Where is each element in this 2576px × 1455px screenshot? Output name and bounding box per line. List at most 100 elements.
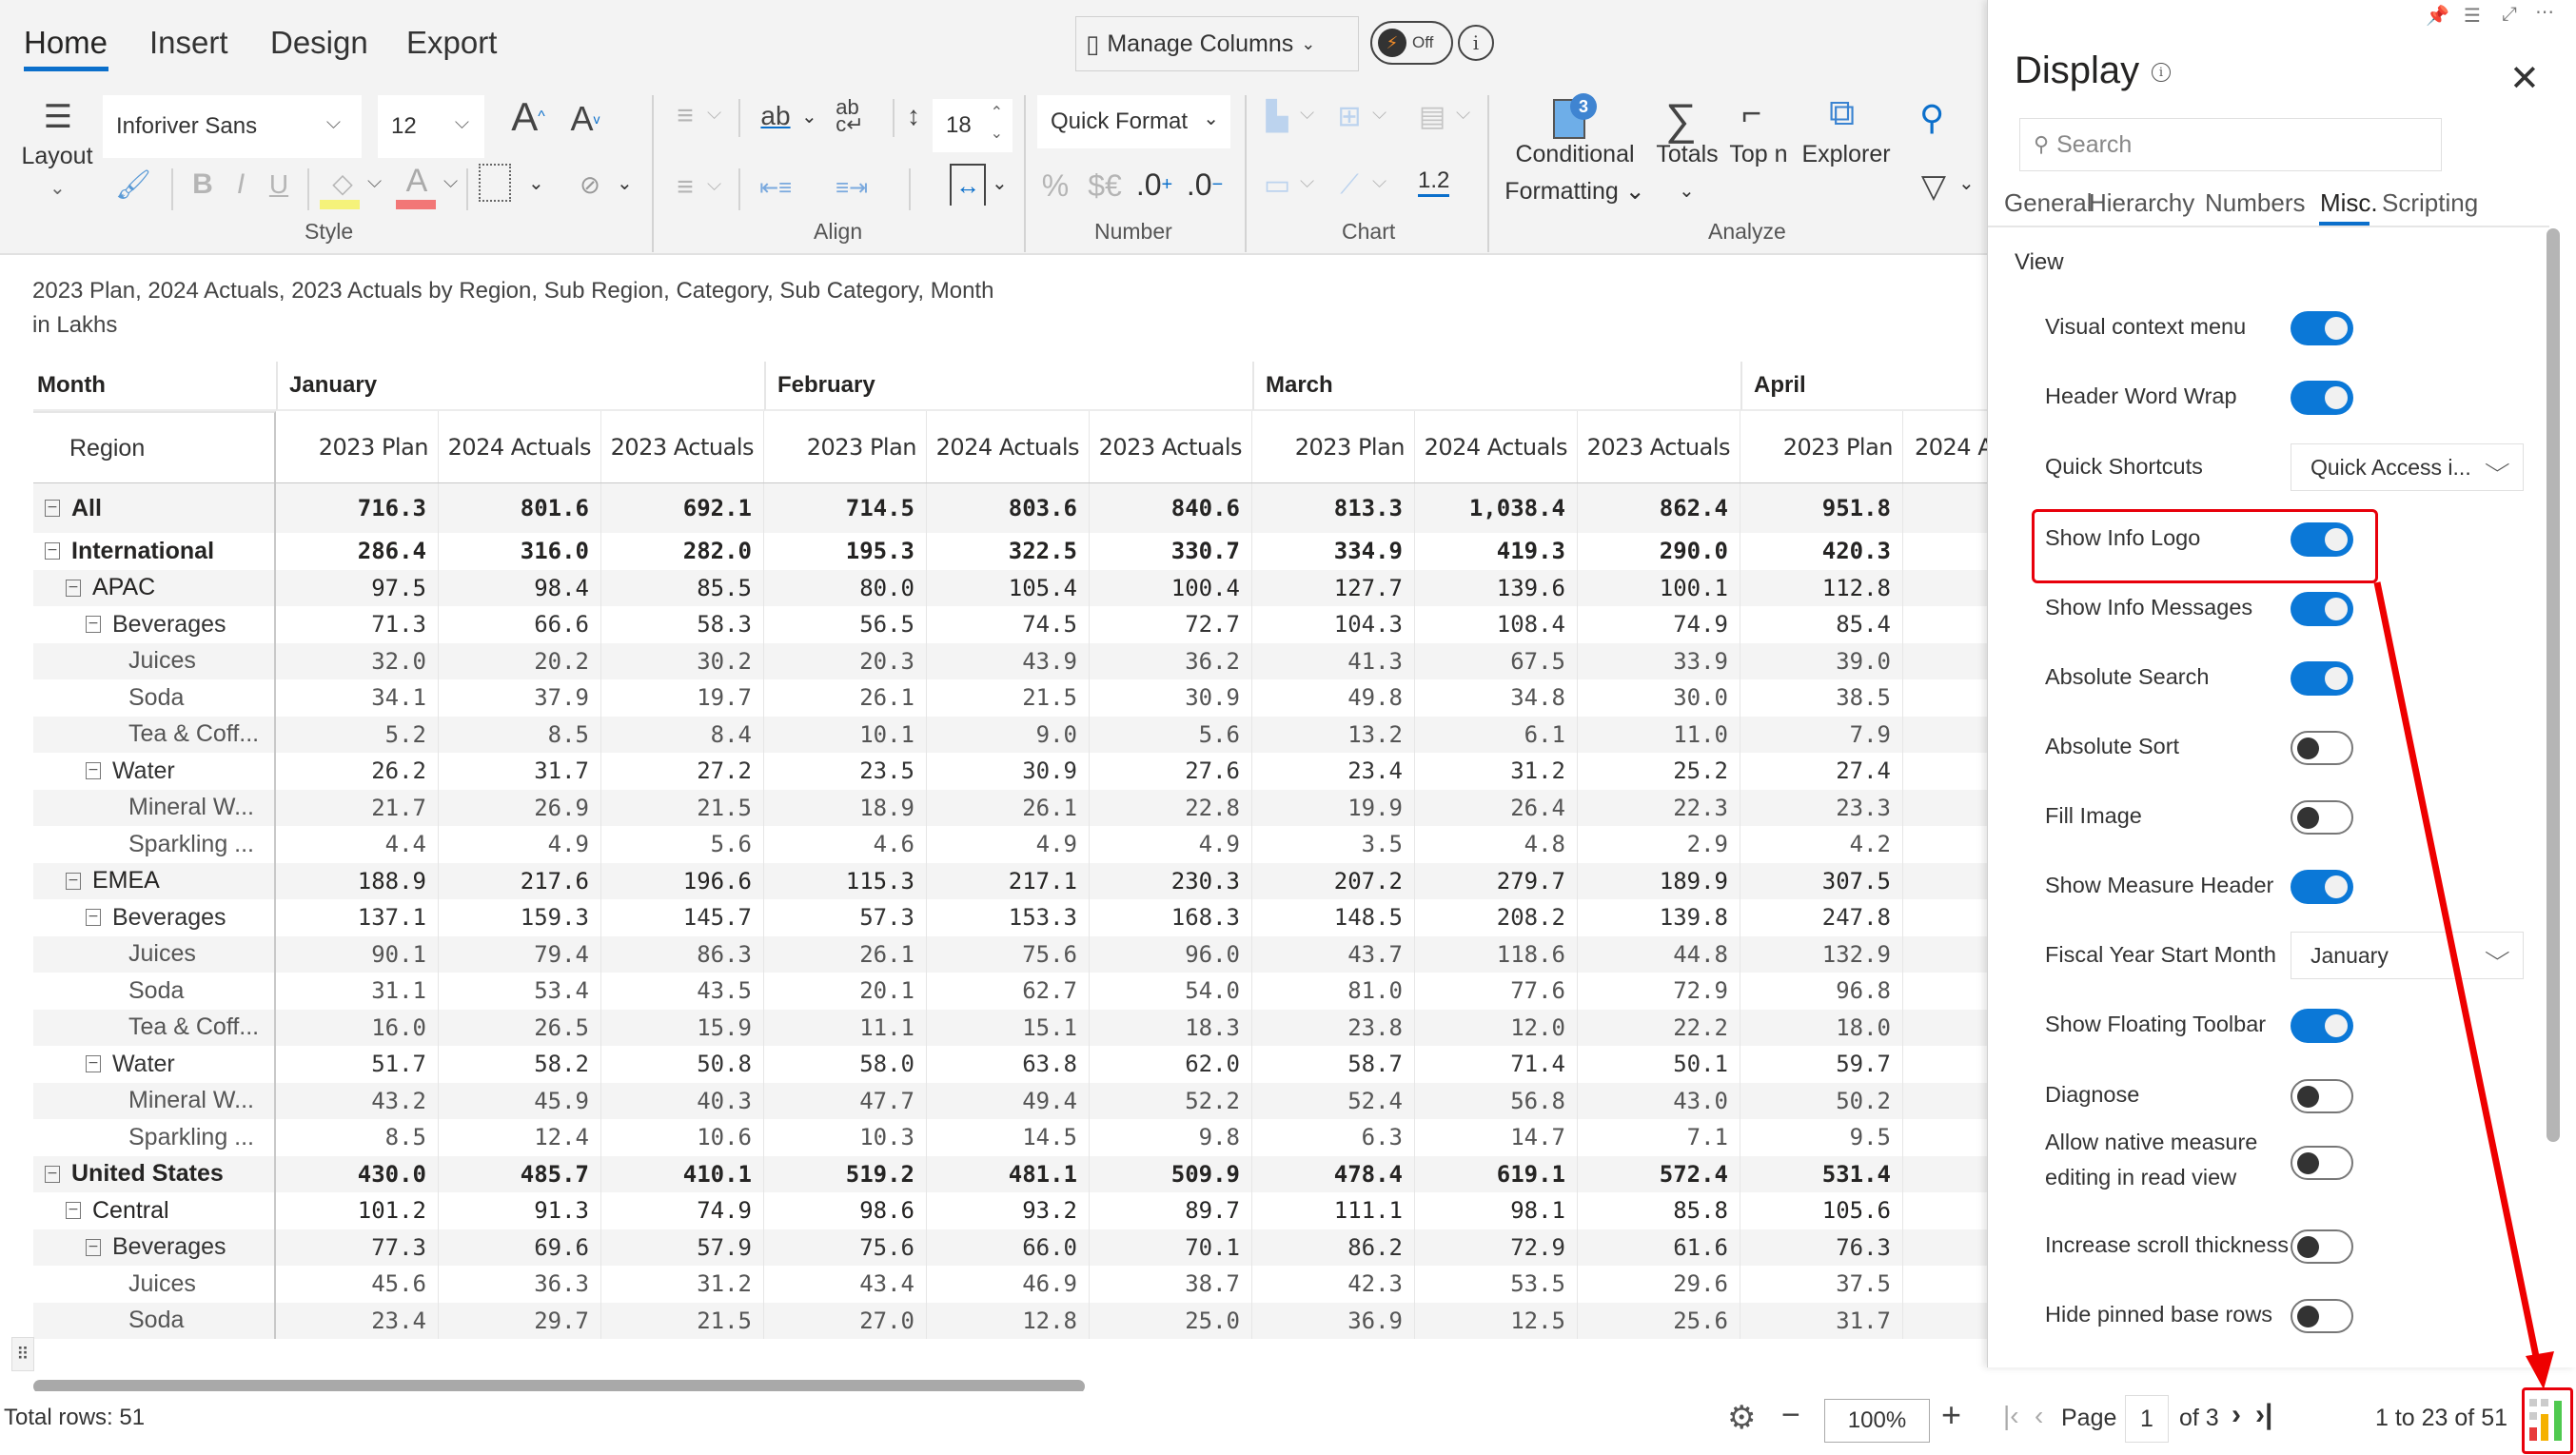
data-cell[interactable]: 45.6 — [276, 1266, 439, 1303]
option-toggle-switch[interactable] — [2291, 1299, 2353, 1333]
data-cell[interactable]: 108.4 — [1415, 606, 1578, 643]
data-cell[interactable]: 47.7 — [764, 1082, 927, 1119]
data-cell[interactable]: 71.4 — [1415, 1046, 1578, 1083]
settings-gear-icon[interactable]: ⚙ — [1727, 1399, 1756, 1437]
filter-icon[interactable]: ▽ — [1915, 164, 1953, 209]
data-cell[interactable] — [1903, 863, 1987, 900]
data-cell[interactable]: 43.5 — [601, 973, 764, 1010]
data-cell[interactable]: 813.3 — [1252, 483, 1415, 533]
option-dropdown[interactable]: January ⌵ — [2291, 932, 2524, 979]
data-cell[interactable]: 50.8 — [601, 1046, 764, 1083]
data-cell[interactable]: 196.6 — [601, 862, 764, 899]
column-header-measure[interactable]: 2024 Actuals — [1903, 411, 1987, 483]
collapse-icon[interactable]: − — [86, 909, 101, 927]
data-cell[interactable]: 5.6 — [601, 826, 764, 863]
data-cell[interactable]: 29.6 — [1578, 1266, 1740, 1303]
data-cell[interactable]: 26.9 — [439, 789, 601, 826]
data-cell[interactable]: 26.4 — [1415, 789, 1578, 826]
data-cell[interactable]: 98.1 — [1415, 1192, 1578, 1229]
data-cell[interactable]: 75.6 — [927, 935, 1090, 973]
data-cell[interactable]: 89.7 — [1090, 1192, 1252, 1229]
data-cell[interactable] — [1903, 679, 1987, 717]
data-cell[interactable]: 57.3 — [764, 899, 927, 936]
data-cell[interactable]: 111.1 — [1252, 1192, 1415, 1229]
next-page-icon[interactable]: › — [2232, 1399, 2241, 1431]
data-cell[interactable]: 50.2 — [1740, 1082, 1903, 1119]
data-cell[interactable]: 217.1 — [927, 862, 1090, 899]
data-cell[interactable]: 139.6 — [1415, 569, 1578, 606]
data-cell[interactable]: 66.0 — [927, 1229, 1090, 1266]
horizontal-align-icon[interactable]: ≡ — [666, 95, 704, 137]
data-cell[interactable]: 31.7 — [1740, 1302, 1903, 1339]
data-cell[interactable]: 115.3 — [764, 862, 927, 899]
data-cell[interactable]: 58.3 — [601, 606, 764, 643]
data-cell[interactable]: 168.3 — [1090, 899, 1252, 936]
data-cell[interactable]: 419.3 — [1415, 533, 1578, 570]
data-cell[interactable] — [1903, 1083, 1987, 1120]
data-cell[interactable]: 30.0 — [1578, 679, 1740, 717]
word-wrap-icon[interactable]: ab c↵ — [833, 93, 867, 139]
data-cell[interactable]: 85.8 — [1578, 1192, 1740, 1229]
data-cell[interactable]: 8.5 — [276, 1119, 439, 1156]
data-cell[interactable]: 31.2 — [601, 1266, 764, 1303]
percent-icon[interactable]: % — [1039, 164, 1072, 207]
data-cell[interactable]: 195.3 — [764, 533, 927, 570]
data-cell[interactable]: 189.9 — [1578, 862, 1740, 899]
data-cell[interactable]: 23.4 — [276, 1302, 439, 1339]
data-cell[interactable]: 74.9 — [601, 1192, 764, 1229]
data-cell[interactable]: 279.7 — [1415, 862, 1578, 899]
zoom-level-input[interactable]: 100% — [1824, 1399, 1930, 1443]
column-header-measure[interactable]: 2023 Plan — [1740, 411, 1903, 483]
data-cell[interactable]: 74.9 — [1578, 606, 1740, 643]
data-cell[interactable]: 85.5 — [601, 569, 764, 606]
currency-icon[interactable]: $€ — [1083, 164, 1127, 207]
data-cell[interactable]: 307.5 — [1740, 862, 1903, 899]
data-cell[interactable]: 98.6 — [764, 1192, 927, 1229]
data-cell[interactable]: 56.5 — [764, 606, 927, 643]
data-cell[interactable]: 10.3 — [764, 1119, 927, 1156]
data-cell[interactable]: 26.1 — [764, 935, 927, 973]
data-cell[interactable]: 692.1 — [601, 483, 764, 533]
data-cell[interactable]: 77.3 — [276, 1229, 439, 1266]
data-cell[interactable] — [1903, 533, 1987, 570]
chevron-down-icon[interactable]: ⌵ — [1300, 103, 1314, 125]
decrease-decimal-icon[interactable]: .0− — [1185, 162, 1225, 207]
data-cell[interactable]: 4.8 — [1415, 826, 1578, 863]
data-cell[interactable]: 9.0 — [927, 716, 1090, 753]
data-cell[interactable]: 90.1 — [276, 935, 439, 973]
data-cell[interactable]: 76.3 — [1740, 1229, 1903, 1266]
data-cell[interactable]: 104.3 — [1252, 606, 1415, 643]
search-icon[interactable]: ⚲ — [1911, 95, 1953, 141]
data-cell[interactable]: 21.5 — [927, 679, 1090, 717]
data-cell[interactable]: 230.3 — [1090, 862, 1252, 899]
data-cell[interactable]: 19.7 — [601, 679, 764, 717]
data-cell[interactable]: 322.5 — [927, 533, 1090, 570]
data-cell[interactable]: 19.9 — [1252, 789, 1415, 826]
column-width-icon[interactable]: ↔ — [950, 164, 986, 206]
info-icon[interactable]: i — [2152, 63, 2171, 82]
font-family-select[interactable]: Inforiver Sans ⌵ — [103, 95, 362, 158]
option-toggle-switch[interactable] — [2291, 311, 2353, 345]
data-cell[interactable]: 49.8 — [1252, 679, 1415, 717]
data-cell[interactable]: 14.7 — [1415, 1119, 1578, 1156]
data-cell[interactable]: 16.0 — [276, 1009, 439, 1046]
chevron-down-icon[interactable]: ⌵ — [1300, 171, 1314, 193]
data-cell[interactable]: 27.4 — [1740, 753, 1903, 790]
data-cell[interactable]: 4.6 — [764, 826, 927, 863]
panel-tab-general[interactable]: General — [2004, 188, 2093, 218]
data-cell[interactable]: 4.9 — [1090, 826, 1252, 863]
italic-icon[interactable]: I — [226, 164, 255, 206]
data-cell[interactable]: 72.9 — [1578, 973, 1740, 1010]
data-cell[interactable] — [1903, 1156, 1987, 1193]
column-header-measure[interactable]: 2023 Plan — [1252, 411, 1415, 483]
data-cell[interactable]: 801.6 — [439, 483, 601, 533]
data-cell[interactable]: 4.9 — [927, 826, 1090, 863]
column-header-measure[interactable]: 2024 Actuals — [1415, 411, 1578, 483]
data-cell[interactable]: 43.0 — [1578, 1082, 1740, 1119]
data-cell[interactable]: 21.5 — [601, 789, 764, 826]
previous-page-icon[interactable]: ‹ — [2035, 1401, 2043, 1431]
data-cell[interactable]: 7.1 — [1578, 1119, 1740, 1156]
data-cell[interactable] — [1903, 606, 1987, 643]
data-cell[interactable]: 44.8 — [1578, 935, 1740, 973]
data-cell[interactable]: 20.2 — [439, 642, 601, 679]
